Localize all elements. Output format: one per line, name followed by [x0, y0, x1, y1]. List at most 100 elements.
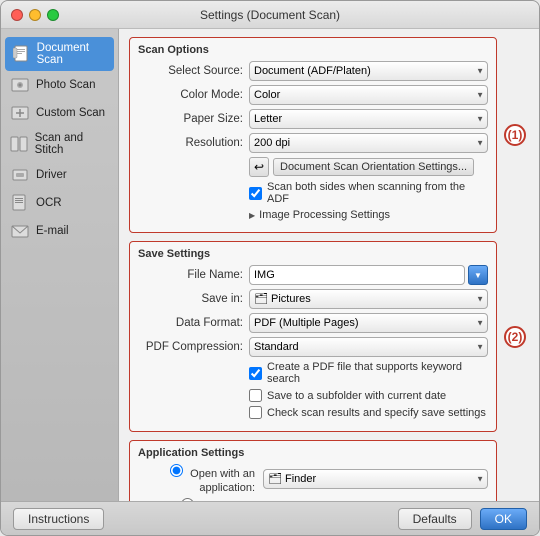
app-settings-section: Application Settings (3) Open with an ap… [129, 440, 497, 501]
file-name-arrow-btn[interactable]: ▼ [468, 265, 488, 285]
scan-both-sides-row: Scan both sides when scanning from the A… [138, 181, 488, 205]
sidebar-label-email: E-mail [36, 225, 69, 237]
file-name-row: File Name: ▼ [138, 265, 488, 285]
sidebar: Document Scan Photo Scan Custom Scan Sca… [1, 29, 119, 501]
subfolder-label: Save to a subfolder with current date [267, 390, 446, 402]
open-with-select[interactable]: 🗂 Finder [263, 469, 488, 489]
maximize-button[interactable] [47, 9, 59, 21]
resolution-row: Resolution: 200 dpi [138, 133, 488, 153]
sidebar-item-scan-and-stitch[interactable]: Scan and Stitch [1, 127, 118, 161]
resolution-dropdown[interactable]: 200 dpi [249, 133, 488, 153]
sidebar-label-scan-and-stitch: Scan and Stitch [35, 132, 110, 156]
subfolder-checkbox[interactable] [249, 389, 262, 402]
image-processing-row[interactable]: ▶ Image Processing Settings [138, 209, 488, 221]
sidebar-label-ocr: OCR [36, 197, 62, 209]
select-source-dropdown[interactable]: Document (ADF/Platen) [249, 61, 488, 81]
resolution-select[interactable]: 200 dpi [249, 133, 488, 153]
send-to-app-radio[interactable] [181, 498, 194, 501]
scan-options-section: Scan Options (1) Select Source: Document… [129, 37, 497, 233]
scan-both-sides-label: Scan both sides when scanning from the A… [267, 181, 488, 205]
keyword-search-label: Create a PDF file that supports keyword … [267, 361, 488, 385]
send-to-app-row: Send to an application: ▶ Preview [138, 498, 488, 501]
color-mode-row: Color Mode: Color [138, 85, 488, 105]
sidebar-item-custom-scan[interactable]: Custom Scan [1, 99, 118, 127]
open-with-dropdown[interactable]: 🗂 Finder [263, 469, 488, 489]
paper-size-label: Paper Size: [138, 113, 243, 125]
save-in-select[interactable]: 🗂 Pictures [249, 289, 488, 309]
sidebar-item-ocr[interactable]: OCR [1, 189, 118, 217]
sidebar-label-document-scan: Document Scan [37, 42, 106, 66]
minimize-button[interactable] [29, 9, 41, 21]
data-format-row: Data Format: PDF (Multiple Pages) [138, 313, 488, 333]
sidebar-item-email[interactable]: E-mail [1, 217, 118, 245]
sidebar-item-document-scan[interactable]: Document Scan [5, 37, 114, 71]
data-format-dropdown[interactable]: PDF (Multiple Pages) [249, 313, 488, 333]
sidebar-label-driver: Driver [36, 169, 67, 181]
window: Settings (Document Scan) Document Scan P… [0, 0, 540, 536]
rotate-icon-btn[interactable]: ↩ [249, 157, 269, 177]
save-settings-label: Save Settings [138, 248, 488, 260]
save-in-dropdown[interactable]: 🗂 Pictures [249, 289, 488, 309]
close-button[interactable] [11, 9, 23, 21]
select-source-row: Select Source: Document (ADF/Platen) [138, 61, 488, 81]
data-format-label: Data Format: [138, 317, 243, 329]
check-scan-row: Check scan results and specify save sett… [138, 406, 488, 419]
app-settings-label: Application Settings [138, 447, 488, 459]
save-settings-section: Save Settings (2) File Name: ▼ Save in: … [129, 241, 497, 432]
save-in-label: Save in: [138, 293, 243, 305]
color-mode-dropdown[interactable]: Color [249, 85, 488, 105]
color-mode-select[interactable]: Color [249, 85, 488, 105]
file-name-input[interactable] [249, 265, 465, 285]
check-scan-label: Check scan results and specify save sett… [267, 407, 486, 419]
defaults-button[interactable]: Defaults [398, 508, 472, 530]
document-scan-icon [13, 45, 32, 63]
instructions-button[interactable]: Instructions [13, 508, 104, 530]
section-number-1: (1) [504, 124, 526, 146]
orientation-row: ↩ Document Scan Orientation Settings... [138, 157, 488, 177]
main-panel: Scan Options (1) Select Source: Document… [119, 29, 539, 501]
pdf-compression-row: PDF Compression: Standard [138, 337, 488, 357]
select-source-label: Select Source: [138, 65, 243, 77]
sidebar-label-photo-scan: Photo Scan [36, 79, 95, 91]
sidebar-item-photo-scan[interactable]: Photo Scan [1, 71, 118, 99]
paper-size-row: Paper Size: Letter [138, 109, 488, 129]
image-processing-label: Image Processing Settings [259, 209, 390, 221]
keyword-search-row: Create a PDF file that supports keyword … [138, 361, 488, 385]
keyword-search-checkbox[interactable] [249, 367, 262, 380]
open-with-label: Open with an application: [190, 468, 255, 494]
bottom-bar: Instructions Defaults OK [1, 501, 539, 535]
ok-button[interactable]: OK [480, 508, 527, 530]
disclosure-triangle-icon: ▶ [249, 211, 255, 220]
section-number-2: (2) [504, 326, 526, 348]
paper-size-dropdown[interactable]: Letter [249, 109, 488, 129]
sidebar-item-driver[interactable]: Driver [1, 161, 118, 189]
scan-stitch-icon [9, 135, 30, 153]
sidebar-label-custom-scan: Custom Scan [36, 107, 105, 119]
titlebar: Settings (Document Scan) [1, 1, 539, 29]
window-title: Settings (Document Scan) [200, 8, 340, 22]
save-in-row: Save in: 🗂 Pictures [138, 289, 488, 309]
scan-both-sides-checkbox[interactable] [249, 187, 262, 200]
photo-scan-icon [9, 76, 31, 94]
email-icon [9, 222, 31, 240]
resolution-label: Resolution: [138, 137, 243, 149]
file-name-label: File Name: [138, 269, 243, 281]
content-area: Document Scan Photo Scan Custom Scan Sca… [1, 29, 539, 501]
data-format-select[interactable]: PDF (Multiple Pages) [249, 313, 488, 333]
scan-options-label: Scan Options [138, 44, 488, 56]
orientation-settings-btn[interactable]: Document Scan Orientation Settings... [273, 158, 474, 176]
custom-scan-icon [9, 104, 31, 122]
ocr-icon [9, 194, 31, 212]
bottom-right-buttons: Defaults OK [398, 508, 527, 530]
check-scan-checkbox[interactable] [249, 406, 262, 419]
open-with-row: Open with an application: 🗂 Finder [138, 464, 488, 494]
driver-icon [9, 166, 31, 184]
paper-size-select[interactable]: Letter [249, 109, 488, 129]
pdf-compression-select[interactable]: Standard [249, 337, 488, 357]
subfolder-row: Save to a subfolder with current date [138, 389, 488, 402]
pdf-compression-dropdown[interactable]: Standard [249, 337, 488, 357]
pdf-compression-label: PDF Compression: [138, 341, 243, 353]
select-source-select[interactable]: Document (ADF/Platen) [249, 61, 488, 81]
open-with-radio[interactable] [170, 464, 183, 477]
window-controls [11, 9, 59, 21]
